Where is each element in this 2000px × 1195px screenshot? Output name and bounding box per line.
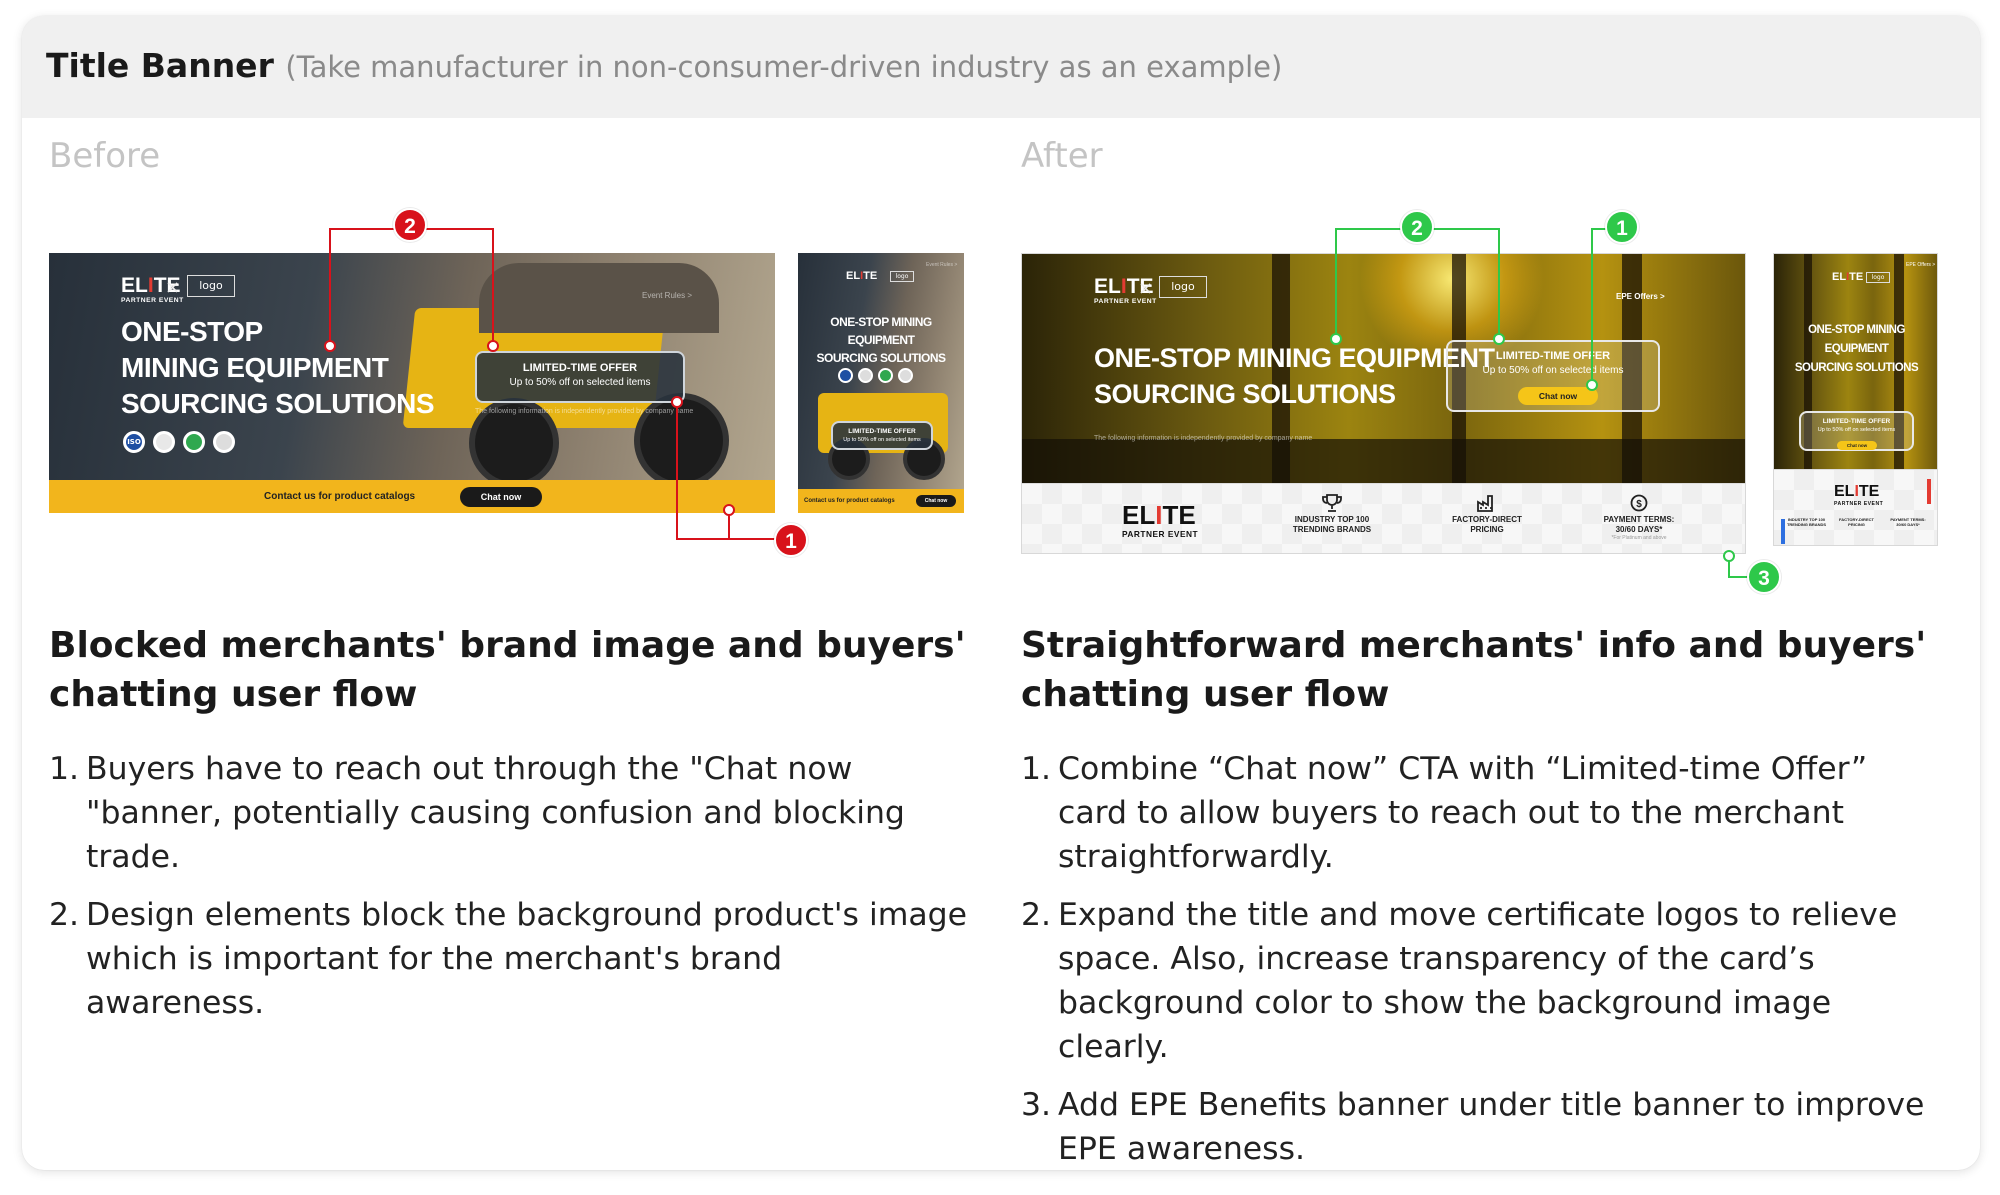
after-heading: Straightforward merchants' info and buye…: [1021, 625, 1927, 715]
iso-cert-icon: [838, 368, 853, 383]
cert-seal-icon: [858, 368, 873, 383]
banner-headline: ONE-STOP MINING EQUIPMENT SOURCING SOLUT…: [121, 316, 435, 419]
chat-now-button[interactable]: Chat now: [1837, 441, 1877, 450]
title-subtitle: (Take manufacturer in non-consumer-drive…: [285, 50, 1283, 84]
elite-logo: ELITE: [1832, 271, 1864, 283]
event-rules-link[interactable]: Event Rules >: [642, 291, 692, 300]
iso-cert-icon: ISO: [123, 431, 145, 453]
limited-offer-card[interactable]: LIMITED-TIME OFFER Up to 50% off on sele…: [831, 421, 933, 450]
callout-badge-2: 2: [1400, 210, 1434, 244]
trophy-icon: [1322, 494, 1342, 512]
list-item: 2. Expand the title and move certificate …: [1021, 897, 1898, 1065]
after-mobile-banner: ELITE logo EPE Offers > ONE-STOP MINING …: [1773, 253, 1938, 546]
fine-print: The following information is independent…: [1094, 435, 1313, 442]
after-desktop-banner: ELITE PARTNER EVENT × logo EPE Offers > …: [1021, 253, 1746, 554]
callout-badge-1: 1: [1605, 210, 1639, 244]
eco-cert-icon: [878, 368, 893, 383]
benefit-top-brands: INDUSTRY TOP 100 TRENDING BRANDS: [1786, 517, 1827, 527]
before-mobile-banner: ELITE logo Event Rules > ONE-STOP MINING…: [798, 253, 964, 513]
svg-text:$: $: [1636, 499, 1642, 510]
before-desktop-banner: ELITE PARTNER EVENT × logo Event Rules >…: [49, 253, 775, 513]
cross-glyph: ×: [1138, 278, 1154, 299]
banner-headline: ONE-STOP MINING EQUIPMENT SOURCING SOLUT…: [1094, 343, 1495, 409]
merchant-logo-box: logo: [1866, 272, 1890, 283]
benefit-payment-terms: $ PAYMENT TERMS: 30/60 DAYS* *For Platin…: [1584, 494, 1694, 541]
list-item: 2. Design elements block the background p…: [49, 897, 968, 1021]
accent-bar-blue: [1781, 519, 1785, 544]
after-label: After: [1021, 136, 1103, 176]
contact-bar-text: Contact us for product catalogs: [264, 491, 416, 502]
tree-cert-icon: [213, 431, 235, 453]
list-item: 1. Combine “Chat now” CTA with “Limited-t…: [1021, 751, 1868, 875]
fine-print: The following information is independent…: [475, 408, 694, 415]
banner-headline: ONE-STOP MINING EQUIPMENT SOURCING SOLUT…: [816, 315, 946, 365]
ground-shadow: [1022, 439, 1745, 483]
banner-headline: ONE-STOP MINING EQUIPMENT SOURCING SOLUT…: [1794, 324, 1919, 374]
chat-now-button[interactable]: Chat now: [1518, 387, 1598, 405]
limited-offer-card[interactable]: LIMITED-TIME OFFER Up to 50% off on sele…: [475, 351, 685, 403]
benefit-top-brands: INDUSTRY TOP 100 TRENDING BRANDS: [1277, 494, 1387, 535]
before-points: 1. Buyers have to reach out through the "…: [49, 747, 969, 1039]
tree-cert-icon: [898, 368, 913, 383]
list-item: 3. Add EPE Benefits banner under title ba…: [1021, 1087, 1925, 1167]
card-header: Title Banner (Take manufacturer in non-c…: [22, 16, 1980, 118]
contact-bar-text: Contact us for product catalogs: [804, 498, 895, 504]
elite-logo: ELITE PARTNER EVENT: [1834, 483, 1884, 507]
before-heading: Blocked merchants' brand image and buyer…: [49, 625, 966, 715]
benefit-factory-pricing: FACTORY-DIRECT PRICING: [1432, 494, 1542, 535]
epe-benefits-banner: [1774, 469, 1937, 545]
epe-offers-link[interactable]: EPE Offers >: [1616, 292, 1665, 301]
card-title: Title Banner (Take manufacturer in non-c…: [46, 46, 1282, 85]
callout-badge-2: 2: [393, 208, 427, 242]
event-rules-link[interactable]: Event Rules >: [926, 262, 957, 268]
elite-logo: ELITE: [846, 270, 878, 282]
elite-logo: ELITE PARTNER EVENT: [1122, 500, 1199, 539]
cross-glyph: ×: [165, 277, 181, 298]
before-label: Before: [49, 136, 161, 176]
dollar-clock-icon: $: [1630, 494, 1648, 512]
after-points: 1. Combine “Chat now” CTA with “Limited-t…: [1021, 747, 1941, 1185]
callout-badge-3: 3: [1747, 560, 1781, 594]
title-text: Title Banner: [46, 46, 274, 85]
factory-icon: [1477, 495, 1493, 512]
epe-offers-link[interactable]: EPE Offers >: [1906, 262, 1935, 268]
benefit-factory-pricing: FACTORY-DIRECT PRICING: [1839, 517, 1874, 527]
chat-now-button[interactable]: Chat now: [916, 495, 956, 507]
merchant-logo-box: logo: [187, 275, 235, 297]
list-item: 1. Buyers have to reach out through the "…: [49, 751, 905, 875]
chat-now-button[interactable]: Chat now: [460, 487, 542, 507]
cert-seal-icon: [153, 431, 175, 453]
accent-bar-red: [1927, 479, 1931, 504]
merchant-logo-box: logo: [1159, 276, 1207, 298]
eco-cert-icon: [183, 431, 205, 453]
callout-badge-1: 1: [774, 523, 808, 557]
benefit-payment-terms: PAYMENT TERMS: 30/60 DAYS*: [1890, 517, 1926, 527]
merchant-logo-box: logo: [890, 271, 914, 282]
